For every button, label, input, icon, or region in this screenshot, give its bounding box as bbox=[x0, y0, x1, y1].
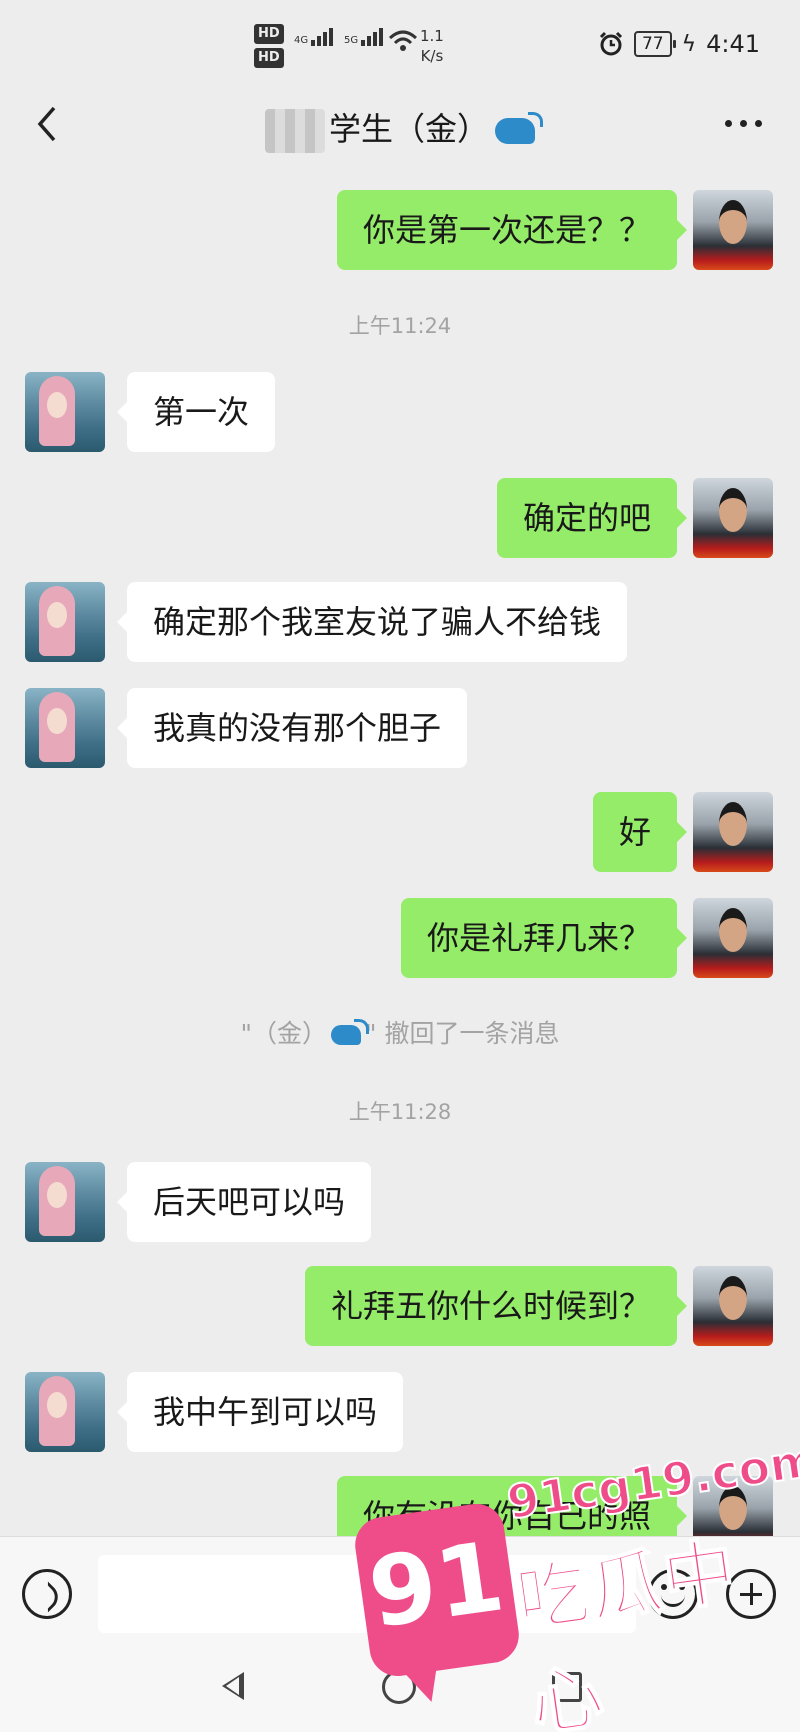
my-avatar[interactable] bbox=[693, 1266, 773, 1346]
recall-notice-text: " 撤回了一条消息 bbox=[365, 1019, 560, 1048]
timestamp: 上午11:28 bbox=[348, 1100, 452, 1124]
message-bubble-received[interactable]: 确定那个我室友说了骗人不给钱 bbox=[116, 582, 628, 662]
chat-header: 学生（金） bbox=[0, 90, 800, 156]
contact-avatar[interactable] bbox=[25, 1162, 105, 1242]
message-list: 你是第一次还是？？ 上午11:24 第一次 确定的吧 确定那个我室友说了骗人不给… bbox=[0, 156, 800, 1536]
message-bubble-received[interactable]: 后天吧可以吗 bbox=[116, 1162, 372, 1242]
signal-4g-icon: 4G bbox=[294, 28, 335, 46]
network-4g-label: 4G bbox=[294, 35, 309, 46]
charging-icon: ϟ bbox=[681, 31, 697, 57]
message-bubble-received[interactable]: 第一次 bbox=[116, 372, 276, 452]
blurred-name bbox=[264, 109, 325, 153]
more-options-icon[interactable] bbox=[725, 120, 762, 127]
battery-indicator: 77 bbox=[633, 31, 676, 57]
watermark: 91cg19.com 91 吃瓜中心 bbox=[351, 1432, 800, 1732]
contact-avatar[interactable] bbox=[25, 372, 105, 452]
whale-emoji-icon bbox=[331, 1019, 370, 1045]
whale-emoji-icon bbox=[495, 112, 543, 144]
status-right: 77 ϟ 4:41 bbox=[598, 30, 760, 58]
my-avatar[interactable] bbox=[693, 190, 773, 270]
contact-avatar[interactable] bbox=[25, 1372, 105, 1452]
voice-input-icon[interactable] bbox=[22, 1569, 72, 1619]
message-bubble-received[interactable]: 我真的没有那个胆子 bbox=[116, 688, 468, 768]
hd-indicator: HD HD bbox=[254, 24, 284, 72]
status-bar: HD HD 4G 5G 1.1 K/s 77 ϟ 4:41 bbox=[0, 0, 800, 90]
signal-5g-icon: 5G bbox=[344, 28, 385, 46]
hd-badge-1: HD bbox=[254, 24, 284, 44]
message-bubble-sent[interactable]: 你是第一次还是？？ bbox=[336, 190, 688, 270]
network-5g-label: 5G bbox=[344, 35, 359, 46]
contact-avatar[interactable] bbox=[25, 582, 105, 662]
nav-back-icon[interactable] bbox=[222, 1672, 244, 1700]
my-avatar[interactable] bbox=[693, 478, 773, 558]
clock: 4:41 bbox=[706, 30, 760, 58]
wifi-icon bbox=[388, 30, 418, 52]
recall-notice: "（金） " 撤回了一条消息 bbox=[0, 1014, 800, 1050]
speed-unit: K/s bbox=[420, 47, 444, 65]
message-bubble-sent[interactable]: 确定的吧 bbox=[496, 478, 688, 558]
message-bubble-sent[interactable]: 礼拜五你什么时候到？ bbox=[304, 1266, 688, 1346]
my-avatar[interactable] bbox=[693, 898, 773, 978]
watermark-logo: 91 bbox=[351, 1500, 523, 1680]
speed-value: 1.1 bbox=[420, 27, 444, 45]
network-speed: 1.1 K/s bbox=[420, 26, 444, 66]
chat-title-text: 学生（金） bbox=[328, 110, 489, 148]
recall-notice-name: "（金） bbox=[240, 1019, 328, 1048]
alarm-icon bbox=[599, 31, 622, 56]
message-bubble-sent[interactable]: 好 bbox=[592, 792, 688, 872]
contact-avatar[interactable] bbox=[25, 688, 105, 768]
chat-title: 学生（金） bbox=[0, 104, 800, 153]
watermark-text: 吃瓜中心 bbox=[510, 1527, 744, 1732]
my-avatar[interactable] bbox=[693, 792, 773, 872]
hd-badge-2: HD bbox=[254, 48, 284, 68]
timestamp: 上午11:24 bbox=[348, 314, 452, 338]
message-bubble-sent[interactable]: 你是礼拜几来？ bbox=[400, 898, 688, 978]
